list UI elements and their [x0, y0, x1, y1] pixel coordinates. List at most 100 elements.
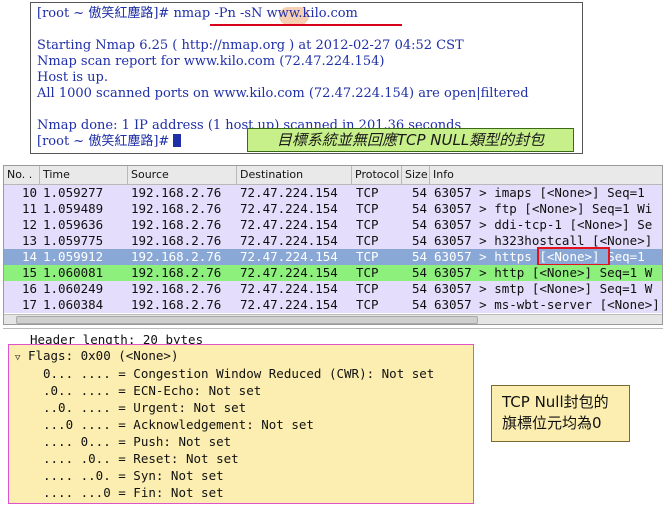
cell-size: 54: [412, 297, 428, 312]
cell-protocol: TCP: [356, 281, 379, 296]
col-info[interactable]: Info: [430, 166, 662, 184]
cell-destination: 72.47.224.154: [240, 249, 338, 264]
cell-time: 1.059912: [43, 249, 104, 264]
packet-row[interactable]: 10 1.059277 192.168.2.76 72.47.224.154 T…: [4, 185, 662, 201]
collapse-triangle-icon[interactable]: ▽: [15, 353, 20, 363]
cell-no: 17: [22, 297, 38, 312]
cell-no: 11: [22, 201, 38, 216]
cell-source: 192.168.2.76: [131, 201, 222, 216]
cell-no: 16: [22, 281, 38, 296]
cell-info: 63057 > imaps [<None>] Seq=1: [434, 185, 645, 200]
flag-ece[interactable]: .0.. .... = ECN-Echo: Not set: [43, 382, 261, 399]
cell-size: 54: [412, 249, 428, 264]
scrollbar-thumb[interactable]: [16, 316, 478, 324]
cell-protocol: TCP: [356, 201, 379, 216]
flag-cwr[interactable]: 0... .... = Congestion Window Reduced (C…: [43, 365, 434, 382]
cell-no: 10: [22, 185, 38, 200]
cell-no: 13: [22, 233, 38, 248]
annotation-line-2: 旗標位元均為0: [502, 414, 602, 432]
cell-destination: 72.47.224.154: [240, 297, 338, 312]
cell-source: 192.168.2.76: [131, 249, 222, 264]
col-protocol[interactable]: Protocol: [352, 166, 402, 184]
cell-time: 1.060081: [43, 265, 104, 280]
cell-destination: 72.47.224.154: [240, 281, 338, 296]
cell-size: 54: [412, 265, 428, 280]
flags-title: Flags: 0x00 (<None>): [27, 348, 179, 363]
terminal-annotation: 目標系統並無回應TCP NULL類型的封包: [247, 128, 574, 152]
nmap-command: nmap -Pn -sN www.kilo.com: [173, 6, 358, 21]
packet-list[interactable]: No. . Time Source Destination Protocol S…: [3, 165, 663, 325]
col-size[interactable]: Size: [402, 166, 430, 184]
cell-protocol: TCP: [356, 265, 379, 280]
packet-row[interactable]: 16 1.060249 192.168.2.76 72.47.224.154 T…: [4, 281, 662, 297]
command-underline: [210, 24, 402, 26]
cell-time: 1.059277: [43, 185, 104, 200]
cell-destination: 72.47.224.154: [240, 217, 338, 232]
terminal-cursor: [173, 134, 182, 147]
packet-row-selected[interactable]: 14 1.059912 192.168.2.76 72.47.224.154 T…: [4, 247, 662, 266]
annotation-line-1: TCP Null封包的: [502, 393, 609, 411]
cell-time: 1.060249: [43, 281, 104, 296]
flag-rst[interactable]: .... .0.. = Reset: Not set: [43, 450, 239, 467]
flag-ack[interactable]: ...0 .... = Acknowledgement: Not set: [43, 416, 314, 433]
cell-destination: 72.47.224.154: [240, 185, 338, 200]
cell-info: 63057 > smtp [<None>] Seq=1 W: [434, 281, 653, 296]
packet-row[interactable]: 12 1.059636 192.168.2.76 72.47.224.154 T…: [4, 217, 662, 233]
flags-tree[interactable]: ▽ Flags: 0x00 (<None>) 0... .... = Conge…: [8, 344, 474, 504]
cell-no: 15: [22, 265, 38, 280]
cell-size: 54: [412, 233, 428, 248]
shell-prompt-2: [root ~ 傲笑紅塵路]#: [37, 134, 170, 149]
cell-destination: 72.47.224.154: [240, 265, 338, 280]
flag-syn[interactable]: .... ..0. = Syn: Not set: [43, 467, 224, 484]
cell-time: 1.059775: [43, 233, 104, 248]
cell-protocol: TCP: [356, 233, 379, 248]
none-flag-highlight: [537, 247, 610, 266]
cell-source: 192.168.2.76: [131, 265, 222, 280]
flag-fin[interactable]: .... ...0 = Fin: Not set: [43, 484, 224, 501]
flag-urg[interactable]: ..0. .... = Urgent: Not set: [43, 399, 246, 416]
cell-info: 63057 > http [<None>] Seq=1 W: [434, 265, 653, 280]
cell-protocol: TCP: [356, 297, 379, 312]
cell-size: 54: [412, 201, 428, 216]
cell-info: 63057 > ftp [<None>] Seq=1 Wi: [434, 201, 653, 216]
cell-source: 192.168.2.76: [131, 185, 222, 200]
cell-time: 1.060384: [43, 297, 104, 312]
cell-destination: 72.47.224.154: [240, 233, 338, 248]
packet-row[interactable]: 17 1.060384 192.168.2.76 72.47.224.154 T…: [4, 297, 662, 313]
cell-time: 1.059489: [43, 201, 104, 216]
flags-node[interactable]: ▽ Flags: 0x00 (<None>): [15, 347, 178, 367]
horizontal-scrollbar[interactable]: [4, 314, 662, 324]
output-line-3: Host is up.: [37, 70, 108, 85]
cell-no: 12: [22, 217, 38, 232]
cell-info: 63057 > ms-wbt-server [<None>]: [434, 297, 660, 312]
col-no[interactable]: No. .: [4, 166, 40, 184]
cell-source: 192.168.2.76: [131, 217, 222, 232]
output-line-1: Starting Nmap 6.25 ( http://nmap.org ) a…: [37, 38, 464, 53]
output-line-2: Nmap scan report for www.kilo.com (72.47…: [37, 54, 385, 69]
cell-destination: 72.47.224.154: [240, 201, 338, 216]
packet-row[interactable]: 11 1.059489 192.168.2.76 72.47.224.154 T…: [4, 201, 662, 217]
cell-protocol: TCP: [356, 185, 379, 200]
cell-protocol: TCP: [356, 217, 379, 232]
shell-prompt: [root ~ 傲笑紅塵路]#: [37, 6, 170, 21]
cell-protocol: TCP: [356, 249, 379, 264]
command-line: [root ~ 傲笑紅塵路]# nmap -Pn -sN www.kilo.co…: [37, 6, 358, 22]
packet-row[interactable]: 15 1.060081 192.168.2.76 72.47.224.154 T…: [4, 265, 662, 281]
prompt-line: [root ~ 傲笑紅塵路]#: [37, 134, 182, 150]
col-time[interactable]: Time: [40, 166, 128, 184]
cell-no: 14: [22, 249, 38, 264]
cell-size: 54: [412, 217, 428, 232]
col-destination[interactable]: Destination: [237, 166, 352, 184]
output-line-4: All 1000 scanned ports on www.kilo.com (…: [37, 86, 529, 101]
cell-source: 192.168.2.76: [131, 233, 222, 248]
cell-info: 63057 > ddi-tcp-1 [<None>] Se: [434, 217, 653, 232]
col-source[interactable]: Source: [128, 166, 237, 184]
cell-size: 54: [412, 185, 428, 200]
packet-list-header: No. . Time Source Destination Protocol S…: [4, 166, 662, 185]
cell-time: 1.059636: [43, 217, 104, 232]
cell-source: 192.168.2.76: [131, 281, 222, 296]
cell-source: 192.168.2.76: [131, 297, 222, 312]
flag-psh[interactable]: .... 0... = Push: Not set: [43, 433, 231, 450]
flags-annotation: TCP Null封包的 旗標位元均為0: [491, 385, 630, 442]
cell-size: 54: [412, 281, 428, 296]
